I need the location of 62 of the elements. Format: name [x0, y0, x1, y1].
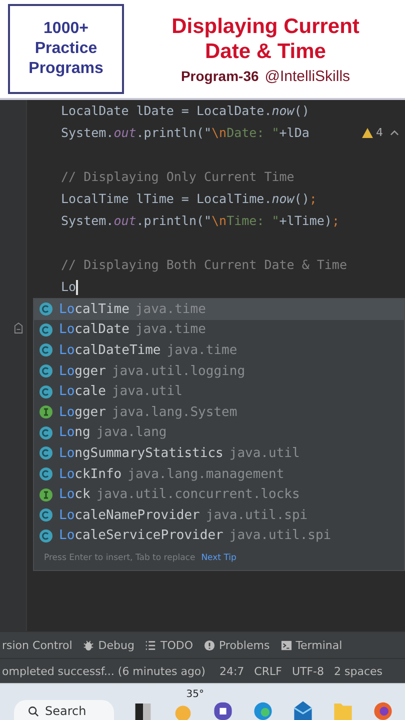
tool-window-tab[interactable]: TODO	[145, 638, 193, 652]
video-title: Displaying Current	[172, 14, 360, 38]
completion-item[interactable]: LocaleServiceProvider java.util.spi	[34, 526, 404, 546]
list-icon	[145, 640, 156, 650]
status-item[interactable]: UTF-8	[292, 664, 324, 678]
class-icon	[39, 322, 53, 337]
completion-item[interactable]: Long java.lang	[34, 422, 404, 444]
status-message: ompleted successf... (6 minutes ago)	[2, 664, 206, 678]
badge-text: 1000+	[44, 19, 88, 39]
class-icon	[39, 302, 53, 316]
class-icon	[39, 364, 53, 378]
code-line: LocalTime lTime = LocalTime.now();	[61, 190, 317, 208]
class-icon	[39, 384, 53, 399]
completion-item[interactable]: LocaleNameProvider java.util.spi	[34, 504, 404, 526]
class-icon	[39, 508, 53, 522]
completion-item[interactable]: LockInfo java.lang.management	[34, 464, 404, 484]
completion-item[interactable]: Logger java.util.logging	[34, 360, 404, 382]
hint-text: Press Enter to insert, Tab to replace	[44, 553, 196, 564]
class-icon	[39, 343, 53, 358]
completion-item[interactable]: LocalDateTime java.time	[34, 340, 404, 361]
class-icon	[39, 467, 53, 482]
status-item[interactable]: CRLF	[254, 664, 282, 678]
tool-window-tab[interactable]: Problems	[204, 638, 270, 652]
interface-icon	[39, 405, 53, 420]
warning-icon[interactable]	[362, 128, 373, 138]
search-icon	[28, 706, 39, 716]
completion-item[interactable]: Locale java.util	[34, 381, 404, 402]
fold-icon[interactable]	[14, 322, 23, 335]
chevron-up-icon[interactable]	[390, 130, 399, 136]
terminal-icon	[280, 640, 292, 650]
next-tip-link[interactable]: Next Tip	[201, 553, 236, 564]
class-icon	[39, 528, 53, 543]
completion-item[interactable]: LongSummaryStatistics java.util	[34, 443, 404, 464]
badge-text: Programs	[28, 59, 104, 79]
code-comment: // Displaying Only Current Time	[61, 168, 294, 186]
tool-window-tab[interactable]: Terminal	[280, 638, 342, 652]
class-icon	[39, 446, 53, 460]
channel-name: @IntelliSkills	[264, 68, 350, 84]
program-number: Program-36	[180, 68, 259, 84]
completion-item[interactable]: LocalTime java.time	[34, 299, 404, 320]
temperature: 35°	[186, 689, 204, 700]
alert-icon	[204, 640, 215, 650]
badge-text: Practice	[34, 39, 98, 59]
text-caret	[76, 280, 78, 294]
status-item[interactable]: 24:7	[219, 664, 244, 678]
tool-window-tab[interactable]: rsion Control	[2, 638, 72, 652]
status-item[interactable]: 2 spaces	[334, 664, 383, 678]
taskbar-search[interactable]: Search	[14, 700, 114, 720]
tool-window-tab[interactable]: Debug	[83, 638, 134, 652]
completion-item[interactable]: Lock java.util.concurrent.locks	[34, 484, 404, 505]
code-line: LocalDate lDate = LocalDate.now()	[61, 102, 310, 120]
class-icon	[39, 426, 53, 440]
warning-count[interactable]: 4	[376, 122, 383, 144]
code-line: Lo	[61, 278, 76, 296]
interface-icon	[39, 488, 53, 502]
completion-item[interactable]: LocalDate java.time	[34, 320, 404, 340]
bug-icon	[83, 640, 94, 650]
code-line: System.out.println("\nDate: "+lDa	[61, 124, 310, 142]
code-comment: // Displaying Both Current Date & Time	[61, 256, 347, 274]
completion-item[interactable]: Logger java.lang.System	[34, 402, 404, 423]
code-line: System.out.println("\nTime: "+lTime);	[61, 212, 340, 230]
video-title: Date & Time	[205, 38, 326, 64]
